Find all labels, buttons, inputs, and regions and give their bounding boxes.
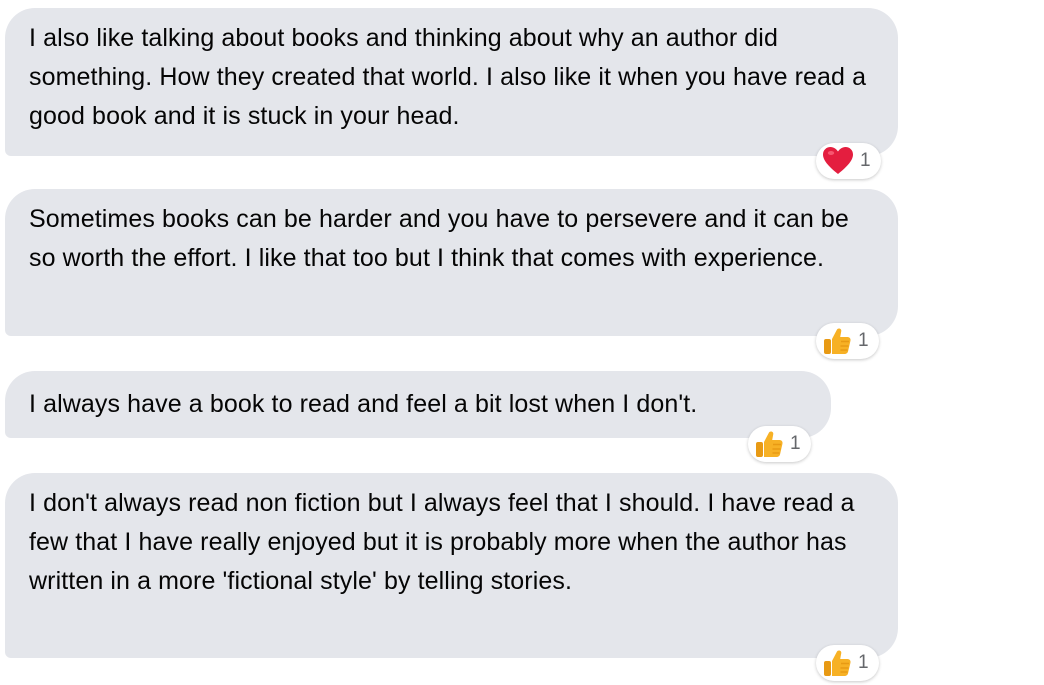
message-bubble[interactable]: I also like talking about books and thin… xyxy=(5,8,898,156)
heart-icon xyxy=(822,146,854,176)
message: Sometimes books can be harder and you ha… xyxy=(5,189,898,359)
reaction-count: 1 xyxy=(860,150,871,171)
thumbs-up-icon xyxy=(822,648,852,678)
reaction-count: 1 xyxy=(858,652,869,673)
reaction-count: 1 xyxy=(790,433,801,454)
message: I don't always read non fiction but I al… xyxy=(5,473,898,681)
message-bubble[interactable]: I don't always read non fiction but I al… xyxy=(5,473,898,658)
reaction-badge[interactable]: 1 xyxy=(748,426,811,462)
chat-thread: I also like talking about books and thin… xyxy=(0,0,1044,685)
reaction-badge[interactable]: 1 xyxy=(816,143,881,179)
thumbs-up-icon xyxy=(754,429,784,459)
message-bubble[interactable]: Sometimes books can be harder and you ha… xyxy=(5,189,898,336)
message: I also like talking about books and thin… xyxy=(5,8,898,179)
reaction-badge[interactable]: 1 xyxy=(816,645,879,681)
reaction-count: 1 xyxy=(858,330,869,351)
reaction-badge[interactable]: 1 xyxy=(816,323,879,359)
message-bubble[interactable]: I always have a book to read and feel a … xyxy=(5,371,831,438)
thumbs-up-icon xyxy=(822,326,852,356)
message: I always have a book to read and feel a … xyxy=(5,371,831,462)
